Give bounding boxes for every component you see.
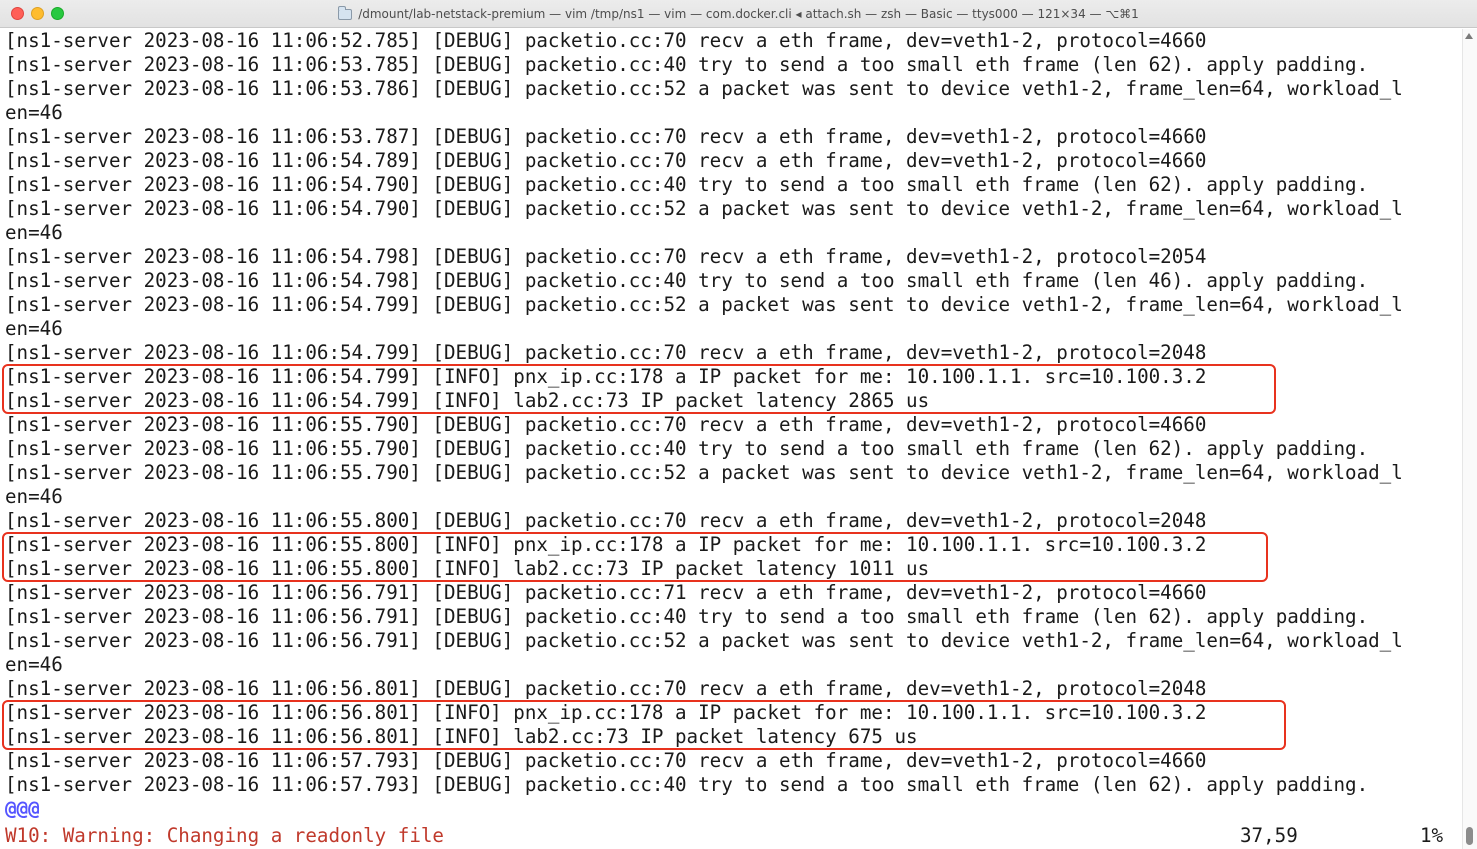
log-line: [ns1-server 2023-08-16 11:06:53.787] [DE…: [5, 125, 1207, 148]
title-bar: /dmount/lab-netstack-premium — vim /tmp/…: [0, 0, 1477, 28]
highlight-box: [2, 532, 1268, 582]
log-line: en=46: [5, 317, 63, 340]
log-line: [ns1-server 2023-08-16 11:06:54.799] [DE…: [5, 341, 1207, 364]
cursor-position: 37,59: [1240, 824, 1298, 847]
window-title-area: /dmount/lab-netstack-premium — vim /tmp/…: [0, 0, 1477, 28]
log-line: [ns1-server 2023-08-16 11:06:54.798] [DE…: [5, 269, 1369, 292]
log-line: [ns1-server 2023-08-16 11:06:53.785] [DE…: [5, 53, 1369, 76]
log-line: en=46: [5, 221, 63, 244]
log-line: [ns1-server 2023-08-16 11:06:54.798] [DE…: [5, 245, 1207, 268]
log-line: [ns1-server 2023-08-16 11:06:54.790] [DE…: [5, 173, 1369, 196]
log-line: en=46: [5, 653, 63, 676]
scrollbar-thumb[interactable]: [1466, 827, 1473, 845]
log-line: [ns1-server 2023-08-16 11:06:56.801] [DE…: [5, 677, 1207, 700]
log-line: [ns1-server 2023-08-16 11:06:52.785] [DE…: [5, 29, 1207, 52]
log-line: [ns1-server 2023-08-16 11:06:57.793] [DE…: [5, 773, 1369, 796]
log-line: [ns1-server 2023-08-16 11:06:55.800] [DE…: [5, 509, 1207, 532]
log-line: [ns1-server 2023-08-16 11:06:56.791] [DE…: [5, 581, 1207, 604]
log-line: [ns1-server 2023-08-16 11:06:56.791] [DE…: [5, 605, 1369, 628]
window-title: /dmount/lab-netstack-premium — vim /tmp/…: [358, 7, 1139, 21]
vim-warning-message: W10: Warning: Changing a readonly file: [5, 824, 444, 847]
vim-truncation-marker: @@@: [5, 797, 40, 820]
scroll-percent: 1%: [1420, 824, 1444, 847]
highlight-box: [2, 364, 1276, 414]
highlight-box: [2, 700, 1286, 750]
log-line: [ns1-server 2023-08-16 11:06:54.789] [DE…: [5, 149, 1207, 172]
scroll-up-arrow-icon[interactable]: [1465, 33, 1473, 39]
log-line: [ns1-server 2023-08-16 11:06:54.799] [DE…: [5, 293, 1403, 316]
log-line: [ns1-server 2023-08-16 11:06:55.790] [DE…: [5, 413, 1207, 436]
log-line: en=46: [5, 485, 63, 508]
log-line: [ns1-server 2023-08-16 11:06:55.790] [DE…: [5, 437, 1369, 460]
log-line: [ns1-server 2023-08-16 11:06:57.793] [DE…: [5, 749, 1207, 772]
log-line: [ns1-server 2023-08-16 11:06:56.791] [DE…: [5, 629, 1403, 652]
log-line: [ns1-server 2023-08-16 11:06:55.790] [DE…: [5, 461, 1403, 484]
log-line: [ns1-server 2023-08-16 11:06:54.790] [DE…: [5, 197, 1403, 220]
folder-icon: [338, 5, 353, 20]
log-line: [ns1-server 2023-08-16 11:06:53.786] [DE…: [5, 77, 1403, 100]
terminal-area[interactable]: [ns1-server 2023-08-16 11:06:52.785] [DE…: [0, 29, 1462, 849]
log-line: en=46: [5, 101, 63, 124]
scrollbar[interactable]: [1462, 29, 1477, 849]
